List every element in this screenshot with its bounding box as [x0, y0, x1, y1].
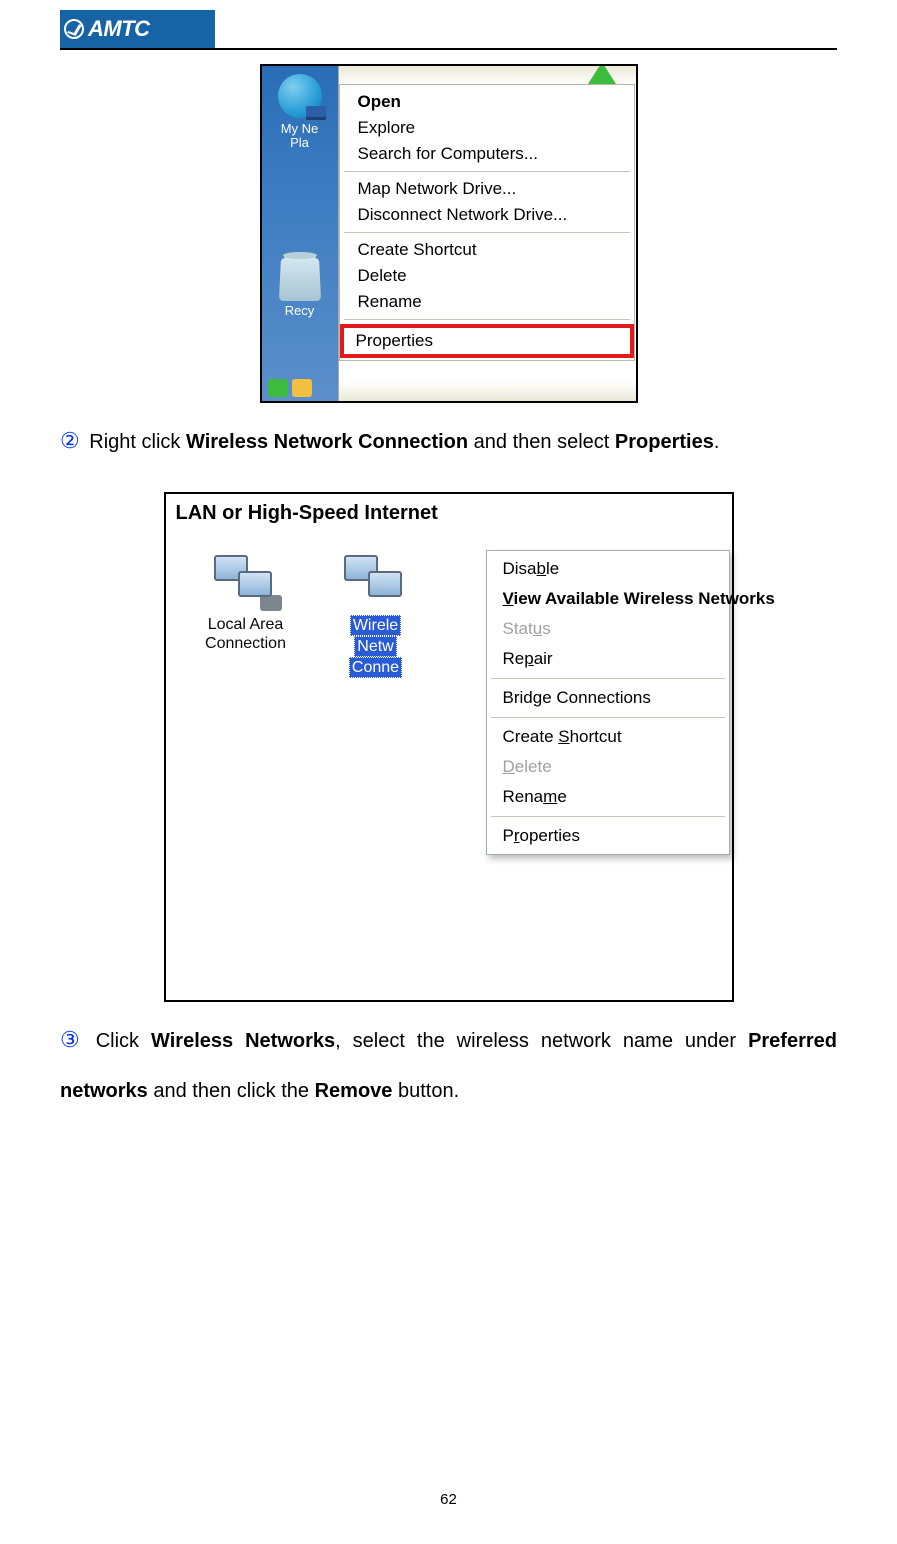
- lan-icon: [212, 553, 280, 609]
- desktop-screenshot: My Ne Pla Recy Open Explore Search for C…: [260, 64, 638, 403]
- wireless-label-line3: Conne: [349, 657, 402, 678]
- wireless-label-line2: Netw: [354, 636, 396, 657]
- recycle-bin-icon: Recy: [272, 256, 328, 318]
- menu-item-disable[interactable]: Disable: [489, 554, 727, 584]
- bold: Wireless Networks: [151, 1030, 335, 1052]
- t: e Connections: [542, 688, 651, 707]
- text: Right click: [89, 431, 186, 453]
- menu-item-properties[interactable]: Properties: [489, 821, 727, 851]
- t: Create: [503, 727, 559, 746]
- page-number: 62: [0, 1491, 897, 1508]
- t: e: [557, 787, 566, 806]
- wlan-icon: [342, 553, 410, 609]
- wireless-context-menu: Disable View Available Wireless Networks…: [486, 550, 730, 855]
- u: b: [537, 559, 546, 578]
- menu-item-open[interactable]: Open: [342, 89, 632, 115]
- bold: Wireless Network Connection: [186, 431, 468, 453]
- u: S: [558, 727, 569, 746]
- u: D: [503, 757, 515, 776]
- properties-highlight: Properties: [340, 324, 634, 358]
- menu-item-delete[interactable]: Delete: [342, 263, 632, 289]
- brand-logo: AMTC: [60, 10, 215, 48]
- menu-item-properties[interactable]: Properties: [344, 328, 630, 354]
- menu-item-bridge[interactable]: Bridge Connections: [489, 683, 727, 713]
- t: operties: [520, 826, 580, 845]
- logo-bolt-icon: [64, 19, 84, 39]
- menu-separator: [344, 232, 630, 233]
- t: P: [503, 826, 514, 845]
- network-connections-screenshot: LAN or High-Speed Internet Local Area Co…: [164, 492, 734, 1002]
- t: iew Available Wireless Networks: [514, 589, 775, 608]
- menu-separator: [491, 816, 725, 817]
- my-network-label: My Ne Pla: [281, 121, 319, 150]
- tray-icon: [292, 379, 312, 397]
- bold: Properties: [615, 431, 714, 453]
- t: elete: [515, 757, 552, 776]
- desktop-background: My Ne Pla Recy: [262, 66, 338, 401]
- figure-1: My Ne Pla Recy Open Explore Search for C…: [60, 64, 837, 403]
- recycle-label: Recy: [285, 303, 315, 318]
- figure-2: LAN or High-Speed Internet Local Area Co…: [60, 492, 837, 1002]
- step-2-text: ② Right click Wireless Network Connectio…: [60, 415, 837, 468]
- menu-separator: [491, 717, 725, 718]
- text: Click: [96, 1030, 151, 1052]
- menu-item-explore[interactable]: Explore: [342, 115, 632, 141]
- t: Re: [503, 649, 525, 668]
- text: button.: [392, 1080, 459, 1102]
- u: u: [533, 619, 542, 638]
- menu-separator: [491, 678, 725, 679]
- local-area-connection-icon[interactable]: Local Area Connection: [196, 553, 296, 679]
- u: m: [543, 787, 557, 806]
- t: Rena: [503, 787, 544, 806]
- t: Stat: [503, 619, 533, 638]
- logo-text: AMTC: [88, 16, 150, 42]
- t: hortcut: [570, 727, 622, 746]
- menu-item-status: Status: [489, 614, 727, 644]
- panel-title: LAN or High-Speed Internet: [166, 494, 732, 529]
- plug-icon: [260, 595, 282, 611]
- menu-item-create-shortcut[interactable]: Create Shortcut: [489, 722, 727, 752]
- t: air: [534, 649, 553, 668]
- tray-icon: [268, 379, 288, 397]
- text: and then select: [468, 431, 615, 453]
- t: Brid: [503, 688, 533, 707]
- wireless-label-line1: Wirele: [350, 615, 401, 636]
- monitor-icon: [368, 571, 402, 597]
- u: g: [533, 688, 542, 707]
- bin-icon: [278, 257, 320, 301]
- menu-item-repair[interactable]: Repair: [489, 644, 727, 674]
- step-3-number: ③: [60, 1014, 80, 1067]
- context-menu: Open Explore Search for Computers... Map…: [339, 84, 635, 361]
- menu-item-rename[interactable]: Rename: [342, 289, 632, 315]
- t: s: [542, 619, 551, 638]
- menu-item-map-drive[interactable]: Map Network Drive...: [342, 176, 632, 202]
- monitor-icon: [238, 571, 272, 597]
- menu-item-delete: Delete: [489, 752, 727, 782]
- u: V: [503, 589, 514, 608]
- menu-item-search[interactable]: Search for Computers...: [342, 141, 632, 167]
- bold: Remove: [315, 1080, 393, 1102]
- text: , select the wireless network name under: [335, 1030, 748, 1052]
- context-menu-area: Open Explore Search for Computers... Map…: [338, 66, 636, 401]
- step-3-text: ③ Click Wireless Networks, select the wi…: [60, 1014, 837, 1115]
- menu-item-rename[interactable]: Rename: [489, 782, 727, 812]
- text: and then click the: [148, 1080, 315, 1102]
- green-arrow-icon: [588, 64, 616, 84]
- menu-separator: [344, 171, 630, 172]
- my-network-places-icon: My Ne Pla: [272, 74, 328, 151]
- menu-separator: [344, 319, 630, 320]
- step-2-number: ②: [60, 415, 80, 468]
- t: le: [546, 559, 559, 578]
- taskbar-icons: [268, 379, 312, 397]
- menu-item-view-networks[interactable]: View Available Wireless Networks: [489, 584, 727, 614]
- t: Disa: [503, 559, 537, 578]
- header-divider: [60, 48, 837, 50]
- u: p: [524, 649, 533, 668]
- menu-item-shortcut[interactable]: Create Shortcut: [342, 237, 632, 263]
- menu-item-disconnect-drive[interactable]: Disconnect Network Drive...: [342, 202, 632, 228]
- globe-icon: [278, 74, 322, 118]
- wireless-connection-icon[interactable]: Wirele Netw Conne: [326, 553, 426, 679]
- text: .: [714, 431, 720, 453]
- local-area-label: Local Area Connection: [205, 616, 286, 652]
